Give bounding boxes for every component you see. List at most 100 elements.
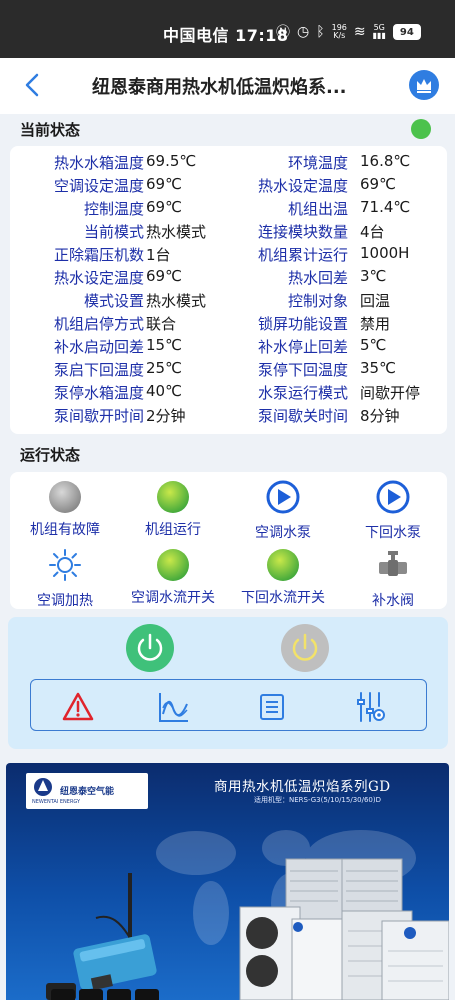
status-label: 控制对象 — [287, 292, 348, 310]
status-row: 机组启停方式 联合 锁屏功能设置 禁用 — [10, 313, 447, 336]
run-status-card: 机组有故障 机组运行 空调水泵 下回水泵 空调加热 空调水流开关 下回水流开关 … — [10, 472, 447, 609]
status-label: 机组累计运行 — [257, 246, 348, 264]
status-label: 锁屏功能设置 — [257, 315, 348, 333]
status-row: 泵停水箱温度 40℃ 水泵运行模式 间歇开停 — [10, 382, 447, 405]
status-label: 泵间歇关时间 — [257, 407, 348, 425]
status-value: 69℃ — [360, 175, 396, 193]
status-bar: 中国电信 17:18 Ⓝ ◷ ᛒ 196 K/s ≋ 5G ▮▮▮ 94 — [0, 0, 455, 58]
alarm-clock-icon: ◷ — [297, 24, 310, 40]
run-item-ac-pump: 空调水泵 — [223, 480, 343, 542]
run-item-makeup-valve: 补水阀 — [333, 548, 453, 610]
brand-logo-text: 纽恩泰空气能 — [60, 787, 115, 797]
wifi-icon: ≋ — [353, 24, 366, 40]
status-label: 正除霜压机数 — [53, 246, 144, 264]
carrier-time: 中国电信 17:18 — [163, 26, 289, 45]
valve-icon — [379, 551, 407, 576]
chart-icon[interactable] — [157, 690, 191, 724]
status-row: 泵启下回温度 25℃ 泵停下回温度 35℃ — [10, 359, 447, 382]
status-value: 8分钟 — [360, 407, 400, 425]
pump-icon — [266, 480, 300, 514]
status-label: 当前模式 — [83, 223, 144, 241]
nfc-icon: Ⓝ — [276, 25, 290, 41]
status-value: 40℃ — [146, 382, 182, 400]
run-item-label: 下回水泵 — [365, 525, 421, 541]
power-on-button[interactable] — [126, 624, 174, 672]
status-label: 泵间歇开时间 — [53, 407, 144, 425]
status-value: 1000H — [360, 244, 410, 262]
status-label: 热水设定温度 — [53, 269, 144, 287]
status-label: 空调设定温度 — [53, 177, 144, 195]
run-item-running: 机组运行 — [113, 480, 233, 539]
pump-icon — [376, 480, 410, 514]
status-label: 机组启停方式 — [53, 315, 144, 333]
brand-logo: 纽恩泰空气能 NEWENTAI ENERGY — [26, 773, 148, 809]
status-label: 补水启动回差 — [53, 338, 144, 356]
status-row: 热水设定温度 69℃ 热水回差 3℃ — [10, 267, 447, 290]
online-status-indicator — [411, 119, 431, 139]
run-item-label: 空调水流开关 — [131, 590, 215, 606]
status-row: 泵间歇开时间 2分钟 泵间歇关时间 8分钟 — [10, 405, 447, 428]
settings-sliders-icon[interactable] — [353, 690, 387, 724]
status-value: 69℃ — [146, 198, 182, 216]
status-label: 环境温度 — [287, 154, 348, 172]
status-label: 泵停水箱温度 — [53, 384, 144, 402]
status-row: 空调设定温度 69℃ 热水设定温度 69℃ — [10, 175, 447, 198]
status-row: 正除霜压机数 1台 机组累计运行 1000H — [10, 244, 447, 267]
power-off-button[interactable] — [281, 624, 329, 672]
bluetooth-icon: ᛒ — [316, 24, 325, 40]
status-value: 热水模式 — [146, 223, 207, 241]
control-panel — [8, 617, 448, 749]
status-label: 水泵运行模式 — [257, 384, 348, 402]
power-on-icon — [137, 633, 163, 661]
brand-logo-subtext: NEWENTAI ENERGY — [32, 799, 81, 805]
run-item-label: 空调水泵 — [255, 525, 311, 541]
status-label: 控制温度 — [83, 200, 144, 218]
alarm-icon[interactable] — [61, 690, 95, 724]
status-value: 2分钟 — [146, 407, 186, 425]
status-label: 机组出温 — [287, 200, 348, 218]
crown-icon[interactable] — [409, 70, 439, 100]
status-value: 69℃ — [146, 267, 182, 285]
status-value: 5℃ — [360, 336, 387, 354]
status-label: 泵停下回温度 — [257, 361, 348, 379]
network-speed: 196 K/s — [331, 23, 347, 40]
run-item-return-pump: 下回水泵 — [333, 480, 453, 542]
status-value: 71.4℃ — [360, 198, 411, 216]
run-item-label: 补水阀 — [372, 593, 414, 609]
status-value: 禁用 — [360, 315, 391, 333]
run-item-fault: 机组有故障 — [5, 480, 125, 539]
status-value: 3℃ — [360, 267, 387, 285]
status-value: 热水模式 — [146, 292, 207, 310]
heat-pump-units-image — [239, 858, 449, 1000]
status-value: 69℃ — [146, 175, 182, 193]
back-icon[interactable] — [18, 70, 48, 100]
status-value: 回温 — [360, 292, 391, 310]
status-value: 25℃ — [146, 359, 182, 377]
status-row: 模式设置 热水模式 控制对象 回温 — [10, 290, 447, 313]
status-value: 联合 — [146, 315, 177, 333]
page-title: 纽恩泰商用热水机低温炽焰系... — [92, 77, 347, 98]
run-item-label: 空调加热 — [37, 593, 93, 609]
list-icon[interactable] — [255, 690, 289, 724]
status-label: 补水停止回差 — [257, 338, 348, 356]
banner-model: 适用机型：NERS-G3(5/10/15/30/60)D — [254, 796, 381, 804]
status-value: 4台 — [360, 223, 385, 241]
product-banner[interactable]: 纽恩泰空气能 NEWENTAI ENERGY 商用热水机低温炽焰系列GD 适用机… — [6, 763, 449, 1000]
app-header: 纽恩泰商用热水机低温炽焰系... — [0, 58, 455, 114]
run-item-label: 机组运行 — [145, 522, 201, 538]
certification-badges — [51, 989, 179, 1000]
run-item-ac-flow-switch: 空调水流开关 — [113, 548, 233, 607]
status-value: 69.5℃ — [146, 152, 197, 170]
status-value: 15℃ — [146, 336, 182, 354]
status-label: 热水设定温度 — [257, 177, 348, 195]
status-label: 热水回差 — [287, 269, 348, 287]
gateway-device-image — [46, 873, 157, 1000]
run-item-return-flow-switch: 下回水流开关 — [223, 548, 343, 607]
status-label: 热水水箱温度 — [53, 154, 144, 172]
run-item-label: 下回水流开关 — [241, 590, 325, 606]
status-label: 泵启下回温度 — [53, 361, 144, 379]
status-row: 控制温度 69℃ 机组出温 71.4℃ — [10, 198, 447, 221]
status-value: 间歇开停 — [360, 384, 421, 402]
status-value: 1台 — [146, 246, 171, 264]
status-light-on-icon — [156, 481, 190, 515]
